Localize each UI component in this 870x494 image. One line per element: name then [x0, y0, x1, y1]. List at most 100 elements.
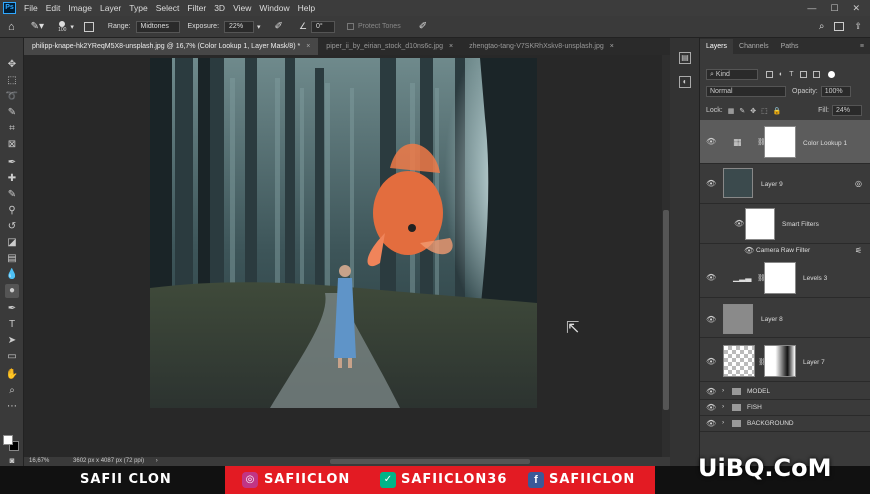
menu-filter[interactable]: Filter — [183, 3, 210, 13]
tab-layers[interactable]: Layers — [700, 39, 734, 54]
minimize-icon[interactable]: — — [807, 3, 816, 14]
gradient-tool-icon[interactable]: ▤ — [5, 252, 19, 266]
visibility-eye-icon[interactable]: 👁 — [706, 358, 716, 366]
smart-filter-mask-thumbnail[interactable] — [745, 208, 775, 240]
layer-thumbnail[interactable] — [723, 304, 753, 334]
tab-channels[interactable]: Channels — [733, 39, 775, 54]
visibility-eye-icon[interactable]: 👁 — [706, 316, 716, 324]
menu-image[interactable]: Image — [64, 3, 96, 13]
workspace-icon[interactable] — [834, 22, 845, 31]
lock-pixels-icon[interactable]: ▦ — [728, 107, 735, 115]
menu-help[interactable]: Help — [294, 3, 319, 13]
pen-tool-icon[interactable]: ✒ — [5, 302, 19, 316]
close-icon[interactable]: × — [306, 43, 310, 50]
visibility-eye-icon[interactable]: 👁 — [744, 247, 754, 255]
visibility-eye-icon[interactable]: 👁 — [706, 420, 716, 428]
opacity-field[interactable]: 100% — [820, 86, 851, 97]
lock-all-icon[interactable]: 🔒 — [773, 107, 782, 115]
home-icon[interactable]: ⌂ — [8, 21, 15, 33]
document-canvas[interactable] — [150, 58, 537, 408]
tab-document-2[interactable]: piper_ii_by_eirian_stock_d10ns6c.jpg × — [318, 38, 461, 55]
eyedropper-tool-icon[interactable]: ✒ — [5, 156, 19, 170]
horizontal-scroll-thumb[interactable] — [330, 459, 530, 464]
foreground-color-swatch[interactable] — [3, 435, 13, 445]
search-icon[interactable]: ⌕ — [819, 21, 825, 32]
visibility-eye-icon[interactable]: 👁 — [734, 220, 744, 228]
layer-thumbnail[interactable] — [723, 168, 753, 198]
close-icon[interactable]: ✕ — [852, 3, 860, 14]
visibility-eye-icon[interactable]: 👁 — [706, 274, 716, 282]
layer-mask-thumbnail[interactable] — [764, 262, 796, 294]
zoom-tool-icon[interactable]: ⌕ — [5, 384, 19, 398]
layer-mask-thumbnail[interactable] — [764, 345, 796, 377]
zoom-level[interactable]: 16,67% — [29, 458, 49, 464]
clone-stamp-tool-icon[interactable]: ⚲ — [5, 204, 19, 218]
filter-toggle-icon[interactable] — [827, 71, 835, 78]
menu-window[interactable]: Window — [255, 3, 293, 13]
brush-preview[interactable]: 100 — [58, 20, 66, 33]
chevron-right-icon[interactable]: › — [722, 403, 724, 410]
rectangle-tool-icon[interactable]: ▭ — [5, 350, 19, 364]
hand-tool-icon[interactable]: ✋ — [5, 368, 19, 382]
layer-row-smart-filters[interactable]: 👁 Smart Filters — [700, 204, 870, 244]
tab-paths[interactable]: Paths — [775, 39, 805, 54]
exposure-field[interactable]: 22% — [224, 20, 255, 33]
visibility-eye-icon[interactable]: 👁 — [706, 180, 716, 188]
chevron-down-icon[interactable]: ▾ — [257, 23, 261, 31]
fill-field[interactable]: 24% — [832, 105, 862, 116]
visibility-eye-icon[interactable]: 👁 — [706, 138, 716, 146]
pressure-icon[interactable]: ✐ — [419, 21, 427, 32]
type-filter-icon[interactable]: T — [789, 71, 793, 78]
menu-file[interactable]: File — [20, 3, 42, 13]
burn-tool-icon[interactable]: ● — [5, 284, 19, 298]
angle-field[interactable]: 0° — [311, 20, 336, 33]
tab-document-1[interactable]: philipp-knape-hk2YReqM5X8-unsplash.jpg @… — [24, 38, 319, 55]
burn-tool-preset-icon[interactable]: ✎▾ — [31, 21, 44, 32]
brush-tool-icon[interactable]: ✎ — [5, 188, 19, 202]
group-row-background[interactable]: 👁 › BACKGROUND — [700, 416, 870, 432]
blend-mode-select[interactable]: Normal — [706, 86, 786, 97]
kind-filter-select[interactable]: ⌕ Kind — [706, 69, 758, 80]
layer-row-levels-3[interactable]: 👁 ▁▂▃ ⛓ Levels 3 — [700, 258, 870, 298]
vertical-scroll-thumb[interactable] — [663, 210, 669, 410]
layer-thumbnail[interactable] — [723, 345, 755, 377]
type-tool-icon[interactable]: T — [5, 318, 19, 332]
adjustment-filter-icon[interactable]: ◐ — [779, 71, 783, 78]
crop-tool-icon[interactable]: ⌗ — [5, 122, 19, 136]
properties-panel-icon[interactable]: ▤ — [679, 52, 691, 64]
share-icon[interactable]: ⇪ — [854, 21, 862, 32]
menu-type[interactable]: Type — [125, 3, 151, 13]
protect-tones-checkbox[interactable] — [347, 23, 355, 30]
path-selection-tool-icon[interactable]: ➤ — [5, 334, 19, 348]
layer-row-color-lookup[interactable]: 👁 ▦ ⛓ Color Lookup 1 — [700, 120, 870, 164]
menu-select[interactable]: Select — [152, 3, 184, 13]
tab-document-3[interactable]: zhengtao-tang-V7SKRhXskv8-unsplash.jpg × — [461, 38, 622, 55]
smart-object-filter-icon[interactable] — [812, 71, 820, 78]
blur-tool-icon[interactable]: 💧 — [5, 268, 19, 282]
maximize-icon[interactable]: ☐ — [830, 3, 838, 14]
panel-menu-icon[interactable]: ≡ — [860, 39, 864, 54]
close-icon[interactable]: × — [610, 43, 614, 50]
lock-artboard-icon[interactable]: ⬚ — [761, 107, 768, 115]
lock-image-icon[interactable]: ✎ — [739, 107, 745, 115]
layer-row-layer-9[interactable]: 👁 Layer 9 ◎ — [700, 164, 870, 204]
menu-3d[interactable]: 3D — [210, 3, 229, 13]
move-tool-icon[interactable]: ✥ — [5, 58, 19, 72]
visibility-eye-icon[interactable]: 👁 — [706, 388, 716, 396]
brush-settings-icon[interactable] — [83, 21, 94, 32]
pixel-filter-icon[interactable] — [766, 71, 773, 78]
group-row-model[interactable]: 👁 › MODEL — [700, 384, 870, 400]
airbrush-icon[interactable]: ✐ — [275, 21, 283, 32]
group-row-fish[interactable]: 👁 › FISH — [700, 400, 870, 416]
layer-row-layer-7[interactable]: 👁 ⛓ Layer 7 — [700, 340, 870, 382]
lasso-tool-icon[interactable]: ➰ — [5, 90, 19, 104]
chevron-right-icon[interactable]: › — [156, 458, 158, 464]
layer-row-camera-raw[interactable]: 👁 Camera Raw Filter ⚟ — [700, 244, 870, 258]
chevron-right-icon[interactable]: › — [722, 419, 724, 426]
healing-brush-tool-icon[interactable]: ✚ — [5, 172, 19, 186]
photoshop-logo-icon[interactable]: Ps — [3, 2, 16, 14]
shape-filter-icon[interactable] — [799, 71, 807, 78]
quick-select-tool-icon[interactable]: ✎ — [5, 106, 19, 120]
filter-options-icon[interactable]: ⚟ — [855, 246, 862, 255]
more-tools-icon[interactable]: ⋯ — [5, 400, 19, 414]
